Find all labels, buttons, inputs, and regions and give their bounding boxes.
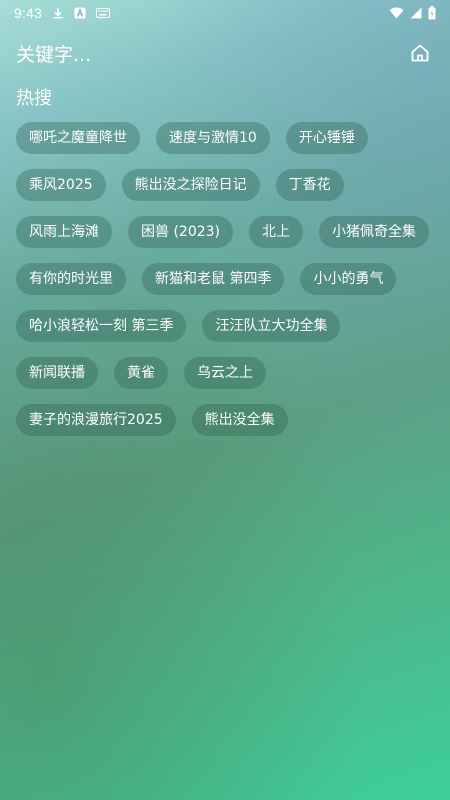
hot-search-tags: 哪吒之魔童降世 速度与激情10 开心锤锤 乘风2025 熊出没之探险日记 丁香花… xyxy=(16,122,436,436)
hot-search-tag[interactable]: 速度与激情10 xyxy=(156,122,270,154)
home-button[interactable] xyxy=(406,41,434,69)
hot-search-tag[interactable]: 北上 xyxy=(249,216,304,248)
hot-search-tag[interactable]: 新猫和老鼠 第四季 xyxy=(142,263,285,295)
hot-search-tag[interactable]: 哪吒之魔童降世 xyxy=(16,122,140,154)
keyboard-icon xyxy=(96,8,111,18)
hot-search-tag[interactable]: 新闻联播 xyxy=(16,357,98,389)
search-input[interactable] xyxy=(16,44,406,66)
hot-search-tag[interactable]: 妻子的浪漫旅行2025 xyxy=(16,404,176,436)
hot-search-title: 热搜 xyxy=(16,88,52,109)
status-time: 9:43 xyxy=(14,5,43,21)
header xyxy=(16,38,434,72)
a-letter-icon xyxy=(74,7,86,19)
hot-search-tag[interactable]: 风雨上海滩 xyxy=(16,216,112,248)
signal-icon xyxy=(410,7,422,19)
hot-search-tag[interactable]: 黄雀 xyxy=(114,357,168,389)
hot-search-tag[interactable]: 丁香花 xyxy=(275,169,344,201)
wifi-icon xyxy=(389,7,404,19)
hot-search-tag[interactable]: 有你的时光里 xyxy=(16,263,126,295)
status-bar: 9:43 xyxy=(0,0,450,26)
hot-search-tag[interactable]: 乌云之上 xyxy=(184,357,266,389)
status-left: 9:43 xyxy=(14,5,111,21)
download-icon xyxy=(52,7,64,19)
hot-search-tag[interactable]: 小小的勇气 xyxy=(300,263,397,295)
home-icon xyxy=(410,43,430,67)
status-right xyxy=(389,6,436,20)
hot-search-tag[interactable]: 乘风2025 xyxy=(16,169,106,201)
hot-search-tag[interactable]: 开心锤锤 xyxy=(285,122,368,154)
hot-search-tag[interactable]: 熊出没全集 xyxy=(191,404,288,436)
hot-search-tag[interactable]: 哈小浪轻松一刻 第三季 xyxy=(16,310,187,342)
hot-search-tag[interactable]: 困兽 (2023) xyxy=(128,216,234,248)
battery-icon xyxy=(428,6,436,20)
hot-search-tag[interactable]: 小猪佩奇全集 xyxy=(319,216,430,248)
hot-search-tag[interactable]: 熊出没之探险日记 xyxy=(121,169,260,201)
hot-search-tag[interactable]: 汪汪队立大功全集 xyxy=(202,310,341,342)
